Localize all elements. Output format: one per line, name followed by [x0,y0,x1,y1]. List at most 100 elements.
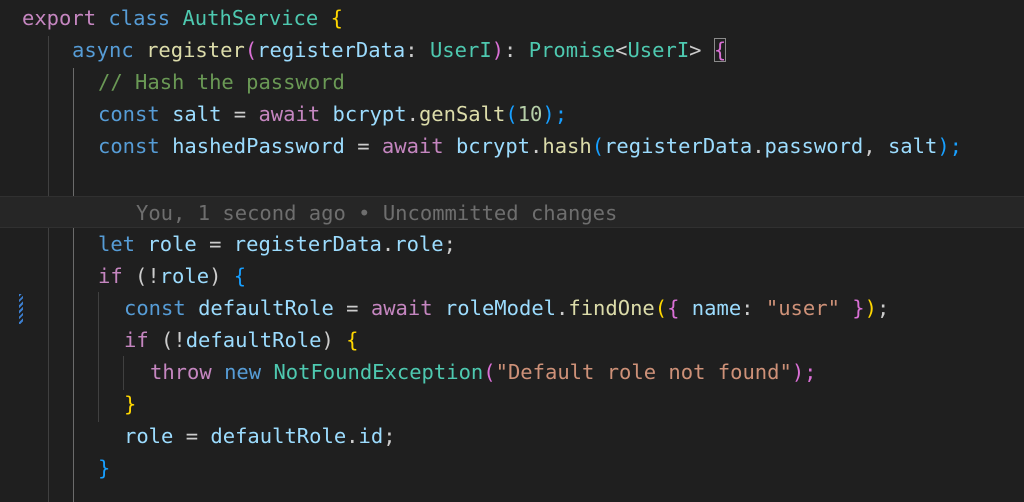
code-line[interactable]: } [0,452,1024,484]
token-property: name [691,296,742,320]
code-line[interactable]: if (!defaultRole) { [0,324,1024,356]
code-line[interactable]: const salt = await bcrypt.genSalt(10); [0,98,1024,130]
token-keyword: await [381,134,444,158]
token-bracket: } [124,392,137,416]
code-editor[interactable]: export class AuthService { async registe… [0,0,1024,502]
code-line[interactable]: if (!role) { [0,260,1024,292]
token-bracket: ) [491,38,505,62]
token-keyword: new [224,360,262,384]
token-bracket: ); [937,134,963,158]
token-punct: ; [383,424,396,448]
token-variable: registerData [604,134,753,158]
token-punct: ) [209,264,234,288]
token-type: UserI [429,38,492,62]
token-punct: < [615,38,628,62]
code-line[interactable]: } [0,388,1024,420]
token-class-name: NotFoundException [273,360,484,384]
token-string: "user" [765,296,840,320]
code-line[interactable]: role = defaultRole.id; [0,420,1024,452]
token-punct: . [530,134,543,158]
token-punct: (! [148,328,186,352]
token-keyword: const [98,102,160,126]
token-keyword: throw [150,360,212,384]
token-keyword: await [258,102,321,126]
token-type: UserI [627,38,690,62]
token-variable: defaultRole [198,296,334,320]
token-string: "Default role not found" [495,360,792,384]
token-variable: registerData [233,232,382,256]
token-class-name: AuthService [182,6,319,30]
token-punct: . [406,102,419,126]
token-bracket: { [330,6,343,30]
token-operator: = [173,424,211,448]
token-punct: : [504,38,529,62]
token-bracket: { [346,328,359,352]
token-bracket: ( [483,360,496,384]
token-punct: ; [443,232,456,256]
code-line[interactable]: const hashedPassword = await bcrypt.hash… [0,130,1024,162]
token-keyword: await [370,296,433,320]
token-operator: = [333,296,371,320]
token-bracket: ( [591,134,605,158]
token-punct: ; [876,296,890,320]
token-function: findOne [568,296,655,320]
token-punct: ) [321,328,347,352]
token-keyword: export [22,6,97,30]
token-function: register [146,38,245,62]
token-variable: bcrypt [332,102,407,126]
token-variable: defaultRole [210,424,347,448]
token-punct: . [752,134,765,158]
token-bracket: { [233,264,247,288]
token-property: id [358,424,384,448]
code-line[interactable]: async register(registerData: UserI): Pro… [0,34,1024,66]
current-line[interactable]: You, 1 second ago • Uncommitted changes [0,196,1024,228]
code-line[interactable]: const defaultRole = await roleModel.find… [0,292,1024,324]
token-keyword: const [124,296,186,320]
token-variable: role [147,232,197,256]
token-bracket: ( [505,102,518,126]
token-operator: = [344,134,382,158]
token-bracket: ( [244,38,258,62]
token-punct: : [741,296,766,320]
token-keyword: async [72,38,134,62]
token-operator: = [196,232,234,256]
token-variable: defaultRole [185,328,322,352]
code-line[interactable]: export class AuthService { [0,2,1024,34]
token-variable: salt [172,102,222,126]
token-bracket: } [852,296,865,320]
token-type: Promise [528,38,616,62]
token-punct: , [863,134,888,158]
code-line[interactable]: // Hash the password [0,66,1024,98]
code-line[interactable]: throw new NotFoundException("Default rol… [0,356,1024,388]
token-variable: roleModel [444,296,557,320]
token-punct: : [405,38,430,62]
token-bracket-highlight: { [713,38,727,62]
token-variable: role [159,264,210,288]
code-line-empty[interactable] [0,162,1024,194]
token-bracket: ); [542,102,568,126]
token-bracket: ) [864,296,877,320]
code-line[interactable]: let role = registerData.role; [0,228,1024,260]
git-blame-annotation: You, 1 second ago • Uncommitted changes [136,201,618,225]
token-punct: . [381,232,395,256]
token-punct: > [689,38,714,62]
token-property: role [394,232,444,256]
token-keyword: let [98,232,136,256]
token-bracket: } [98,456,111,480]
token-operator: = [221,102,259,126]
token-punct: . [346,424,359,448]
